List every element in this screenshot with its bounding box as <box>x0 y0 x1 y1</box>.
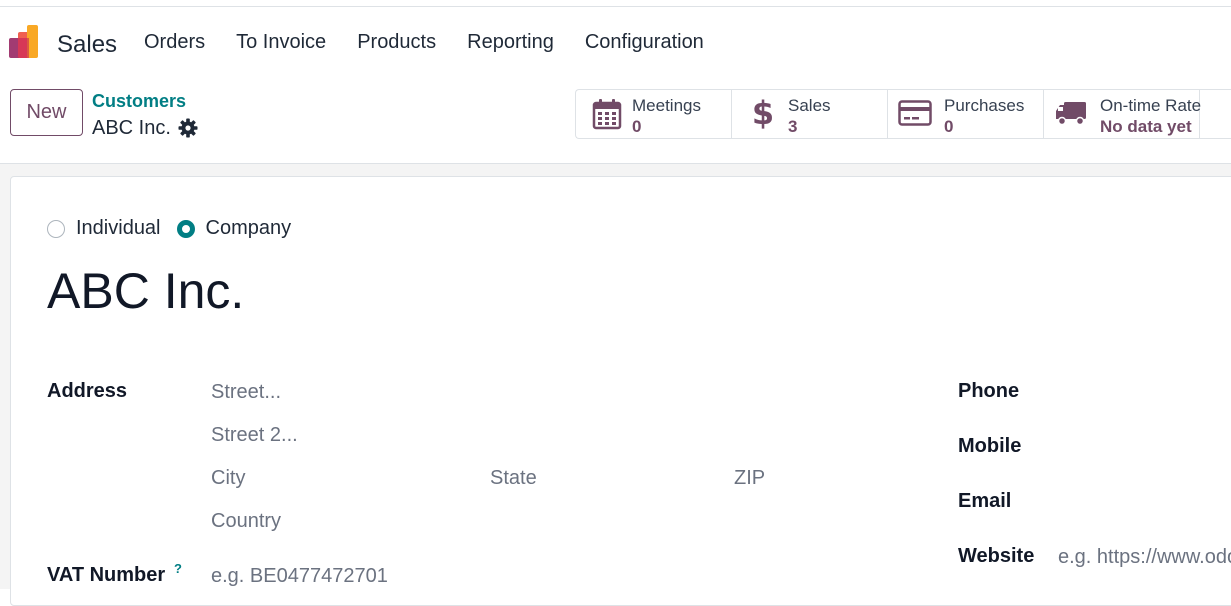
vat-label: VAT Number <box>47 564 166 586</box>
state-select[interactable]: State <box>490 467 537 490</box>
company-type-selector: Individual Company <box>47 217 307 240</box>
stat-label: On-time Rate <box>1100 96 1202 115</box>
stat-value: No data yet <box>1100 117 1192 136</box>
top-navbar: Sales Orders To Invoice Products Reporti… <box>0 7 1231 77</box>
menu-orders[interactable]: Orders <box>144 31 205 54</box>
menu-configuration[interactable]: Configuration <box>585 31 704 54</box>
mobile-label: Mobile <box>958 435 1022 457</box>
breadcrumb-current: ABC Inc. <box>92 117 171 139</box>
radio-company-label[interactable]: Company <box>206 217 292 240</box>
calendar-icon <box>592 99 622 130</box>
smart-buttons: Meetings 0 $ Sales 3 Purchases 0 On-time… <box>575 89 1231 139</box>
menu-to-invoice[interactable]: To Invoice <box>236 31 326 54</box>
stat-purchases[interactable]: Purchases 0 <box>888 90 1044 138</box>
sales-app-logo-icon[interactable] <box>8 24 44 60</box>
stat-meetings[interactable]: Meetings 0 <box>576 90 732 138</box>
dollar-icon: $ <box>752 96 774 130</box>
truck-icon <box>1056 102 1086 126</box>
credit-card-icon <box>898 100 932 126</box>
stat-value: 0 <box>632 117 642 136</box>
vat-input[interactable]: e.g. BE0477472701 <box>211 565 388 588</box>
menu-reporting[interactable]: Reporting <box>467 31 554 54</box>
main-menu: Orders To Invoice Products Reporting Con… <box>144 31 735 54</box>
stat-value: 0 <box>944 117 954 136</box>
address-label: Address <box>47 380 128 402</box>
new-button[interactable]: New <box>10 89 83 136</box>
stat-on-time-rate[interactable]: On-time Rate No data yet <box>1044 90 1202 138</box>
street-input[interactable]: Street... <box>211 381 281 404</box>
menu-products[interactable]: Products <box>357 31 436 54</box>
app-name[interactable]: Sales <box>57 31 117 59</box>
zip-input[interactable]: ZIP <box>734 467 765 490</box>
stat-label: Sales <box>788 96 831 115</box>
partner-name-field[interactable]: ABC Inc. <box>47 262 244 320</box>
website-input[interactable]: e.g. https://www.odoo.com <box>1058 546 1231 569</box>
radio-company[interactable] <box>176 219 195 238</box>
control-panel: New Customers ABC Inc. Meetings 0 $ Sale… <box>0 77 1231 164</box>
street2-input[interactable]: Street 2... <box>211 424 298 447</box>
stat-sales[interactable]: $ Sales 3 <box>732 90 888 138</box>
country-select[interactable]: Country <box>211 510 281 533</box>
website-label: Website <box>958 545 1035 567</box>
radio-individual-label[interactable]: Individual <box>76 217 161 240</box>
phone-label: Phone <box>958 380 1020 402</box>
email-label: Email <box>958 490 1012 512</box>
breadcrumb-customers[interactable]: Customers <box>92 91 186 112</box>
form-sheet <box>10 176 1231 606</box>
stat-label: Purchases <box>944 96 1025 115</box>
city-input[interactable]: City <box>211 467 245 490</box>
svg-text:$: $ <box>752 96 774 130</box>
stat-value: 3 <box>788 117 798 136</box>
stat-label: Meetings <box>632 96 701 115</box>
radio-individual[interactable] <box>47 219 65 238</box>
vat-help-tooltip[interactable]: ? <box>174 561 182 576</box>
gear-icon[interactable] <box>178 118 198 138</box>
